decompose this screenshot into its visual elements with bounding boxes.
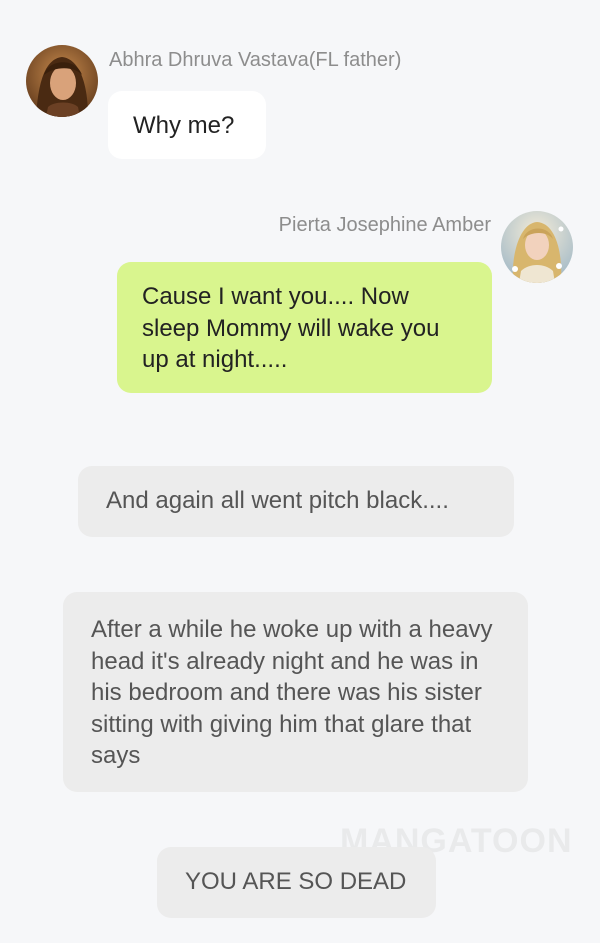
avatar-abhra[interactable] [26, 45, 98, 117]
narration-woke-up: After a while he woke up with a heavy he… [63, 592, 528, 792]
narration-pitch-black: And again all went pitch black.... [78, 466, 514, 537]
sender-name-abhra: Abhra Dhruva Vastava(FL father) [109, 49, 402, 71]
narration-so-dead: YOU ARE SO DEAD [157, 847, 436, 918]
message-bubble-cause-i-want-you[interactable]: Cause I want you.... Now sleep Mommy wil… [117, 262, 492, 393]
avatar-pierta[interactable] [501, 211, 573, 283]
sender-name-pierta: Pierta Josephine Amber [278, 214, 491, 236]
message-bubble-why-me[interactable]: Why me? [108, 91, 266, 159]
